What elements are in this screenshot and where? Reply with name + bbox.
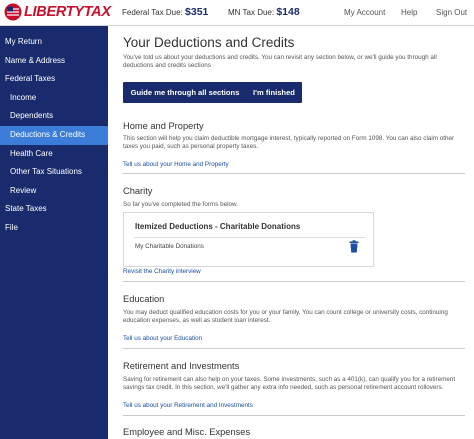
- charitable-donations-card: Itemized Deductions - Charitable Donatio…: [123, 212, 374, 267]
- federal-tax-label: Federal Tax Due:: [122, 8, 183, 17]
- divider: [123, 415, 465, 416]
- sidebar-item-file[interactable]: File: [0, 219, 108, 238]
- card-divider: [134, 237, 365, 238]
- education-link[interactable]: Tell us about your Education: [123, 335, 202, 342]
- sidebar-item-federal-taxes[interactable]: Federal Taxes: [0, 70, 108, 89]
- sidebar-item-my-return[interactable]: My Return: [0, 33, 108, 52]
- federal-tax-due: Federal Tax Due: $351: [122, 6, 208, 18]
- retirement-desc: Saving for retirement can also help on y…: [123, 376, 456, 392]
- divider: [123, 348, 465, 349]
- sidebar-item-review[interactable]: Review: [0, 182, 108, 201]
- home-property-title: Home and Property: [123, 121, 204, 131]
- mn-tax-amount: $148: [276, 6, 300, 18]
- trash-icon[interactable]: [348, 240, 360, 253]
- charity-revisit-link[interactable]: Revisit the Charity interview: [123, 268, 201, 275]
- divider: [123, 281, 465, 282]
- mn-tax-label: MN Tax Due:: [228, 8, 275, 17]
- page-title: Your Deductions and Credits: [123, 35, 295, 50]
- sidebar-item-other-tax-situations[interactable]: Other Tax Situations: [0, 163, 108, 182]
- logo-text: LIBERTYTAX: [24, 4, 111, 20]
- liberty-tax-logo[interactable]: LIBERTYTAX: [4, 2, 111, 22]
- help-link[interactable]: Help: [401, 8, 417, 17]
- sidebar-item-health-care[interactable]: Health Care: [0, 145, 108, 164]
- education-desc: You may deduct qualified education costs…: [123, 309, 448, 325]
- federal-tax-amount: $351: [185, 6, 209, 18]
- retirement-link[interactable]: Tell us about your Retirement and Invest…: [123, 402, 253, 409]
- finished-button[interactable]: I'm finished: [246, 82, 302, 103]
- sidebar-item-state-taxes[interactable]: State Taxes: [0, 200, 108, 219]
- my-account-link[interactable]: My Account: [344, 8, 385, 17]
- sidebar: My Return Name & Address Federal Taxes I…: [0, 26, 108, 439]
- sidebar-item-deductions-credits[interactable]: Deductions & Credits: [0, 125, 108, 145]
- divider: [123, 173, 465, 174]
- sidebar-item-name-address[interactable]: Name & Address: [0, 52, 108, 71]
- retirement-title: Retirement and Investments: [123, 361, 240, 371]
- sidebar-item-dependents[interactable]: Dependents: [0, 107, 108, 126]
- home-property-link[interactable]: Tell us about your Home and Property: [123, 161, 229, 168]
- card-title: Itemized Deductions - Charitable Donatio…: [135, 222, 301, 231]
- sign-out-link[interactable]: Sign Out: [436, 8, 467, 17]
- employee-misc-title: Employee and Misc. Expenses: [123, 427, 251, 437]
- mn-tax-due: MN Tax Due: $148: [228, 6, 300, 18]
- charity-desc: So far you've completed the forms below.: [123, 201, 238, 208]
- education-title: Education: [123, 294, 165, 304]
- top-bar: LIBERTYTAX Federal Tax Due: $351 MN Tax …: [0, 0, 474, 26]
- charity-title: Charity: [123, 186, 153, 196]
- flag-icon: [4, 3, 22, 21]
- home-property-desc: This section will help you claim deducti…: [123, 135, 455, 151]
- main-content: Your Deductions and Credits You've told …: [108, 26, 474, 439]
- sidebar-item-income[interactable]: Income: [0, 89, 108, 108]
- guide-me-button[interactable]: Guide me through all sections: [123, 82, 247, 103]
- charitable-donations-item[interactable]: My Charitable Donations: [135, 243, 204, 250]
- intro-text: You've told us about your deductions and…: [123, 54, 437, 70]
